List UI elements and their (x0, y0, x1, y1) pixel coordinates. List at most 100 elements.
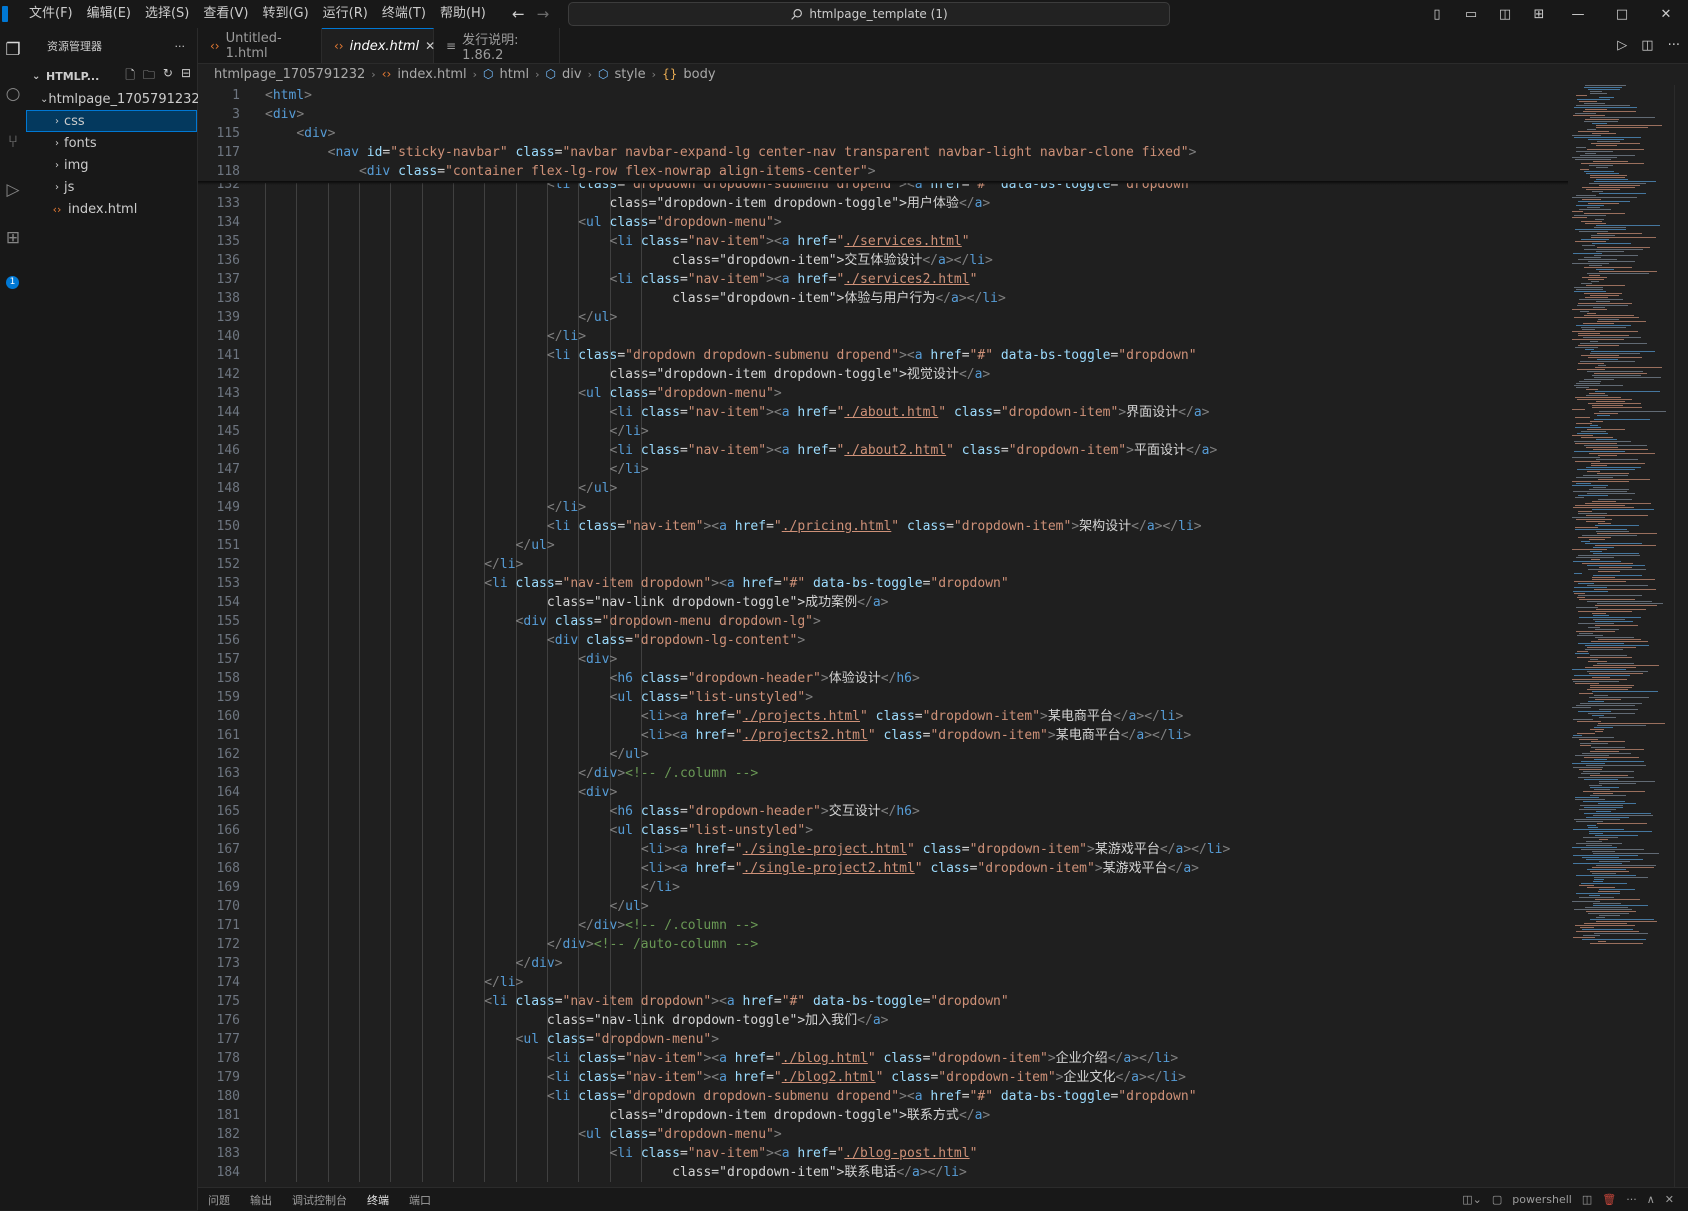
tree-item-css[interactable]: › css (26, 110, 197, 132)
code-line[interactable]: 162 </ul> (198, 745, 1568, 764)
breadcrumb-html[interactable]: html (500, 67, 530, 82)
code-line[interactable]: 164 <div> (198, 783, 1568, 802)
breadcrumb-folder[interactable]: htmlpage_1705791232 (214, 67, 365, 82)
code-line[interactable]: 158 <h6 class="dropdown-header">体验设计</h6> (198, 669, 1568, 688)
code-line[interactable]: 166 <ul class="list-unstyled"> (198, 821, 1568, 840)
minimize-icon[interactable]: — (1556, 7, 1600, 22)
tree-root-folder[interactable]: ⌄ htmlpage_1705791232 (26, 88, 200, 110)
code-line[interactable]: 143 <ul class="dropdown-menu"> (198, 384, 1568, 403)
terminal-name[interactable]: powershell (1512, 1193, 1572, 1206)
code-line[interactable]: 165 <h6 class="dropdown-header">交互设计</h6> (198, 802, 1568, 821)
panel-tab-terminal[interactable]: 终端 (357, 1192, 399, 1208)
code-line[interactable]: 138 class="dropdown-item">体验与用户行为</a></li… (198, 289, 1568, 308)
sticky-line[interactable]: 3 <div> (198, 105, 1568, 124)
code-line[interactable]: 144 <li class="nav-item"><a href="./about… (198, 403, 1568, 422)
code-line[interactable]: 159 <ul class="list-unstyled"> (198, 688, 1568, 707)
code-line[interactable]: 155 <div class="dropdown-menu dropdown-lg… (198, 612, 1568, 631)
sticky-line[interactable]: 118 <div class="container flex-lg-row fle… (198, 162, 1568, 181)
code-line[interactable]: 154 class="nav-link dropdown-toggle">成功案例… (198, 593, 1568, 612)
code-line[interactable]: 140 </li> (198, 327, 1568, 346)
code-line[interactable]: 181 class="dropdown-item dropdown-toggle"… (198, 1106, 1568, 1125)
menu-selection[interactable]: 选择(S) (138, 0, 196, 28)
split-editor-icon[interactable]: ◫ (1641, 38, 1653, 53)
code-line[interactable]: 141 <li class="dropdown dropdown-submenu … (198, 346, 1568, 365)
code-line[interactable]: 182 <ul class="dropdown-menu"> (198, 1125, 1568, 1144)
panel-tab-output[interactable]: 输出 (240, 1192, 282, 1208)
more-actions-icon[interactable]: ··· (175, 40, 186, 53)
menu-help[interactable]: 帮助(H) (433, 0, 493, 28)
code-line[interactable]: 150 <li class="nav-item"><a href="./prici… (198, 517, 1568, 536)
code-line[interactable]: 137 <li class="nav-item"><a href="./servi… (198, 270, 1568, 289)
breadcrumb-style[interactable]: style (614, 67, 645, 82)
code-editor[interactable]: 132<li class="dropdown dropdown-submenu … (198, 85, 1568, 1187)
menu-file[interactable]: 文件(F) (22, 0, 80, 28)
code-line[interactable]: 134 <ul class="dropdown-menu"> (198, 213, 1568, 232)
code-line[interactable]: 149 </li> (198, 498, 1568, 517)
code-line[interactable]: 153 <li class="nav-item dropdown"><a href… (198, 574, 1568, 593)
code-line[interactable]: 175 <li class="nav-item dropdown"><a href… (198, 992, 1568, 1011)
workspace-section[interactable]: ⌄ HTMLP... 🗋 🗀 ↻ ⊟ (26, 64, 197, 88)
tree-item-img[interactable]: › img (26, 154, 197, 176)
tree-item-js[interactable]: › js (26, 176, 197, 198)
code-line[interactable]: 168 <li><a href="./single-project2.html" … (198, 859, 1568, 878)
sticky-line[interactable]: 117 <nav id="sticky-navbar" class="navbar… (198, 143, 1568, 162)
sticky-scroll[interactable]: 1 <html> 3 <div> 115 <div> 117 <nav id="sticky-… (198, 85, 1568, 183)
code-line[interactable]: 142 class="dropdown-item dropdown-toggle"… (198, 365, 1568, 384)
code-line[interactable]: 135 <li class="nav-item"><a href="./servi… (198, 232, 1568, 251)
menu-view[interactable]: 查看(V) (196, 0, 255, 28)
code-line[interactable]: 169 </li> (198, 878, 1568, 897)
code-line[interactable]: 179 <li class="nav-item"><a href="./blog2… (198, 1068, 1568, 1087)
sticky-line[interactable]: 115 <div> (198, 124, 1568, 143)
code-line[interactable]: 152 </li> (198, 555, 1568, 574)
collapse-all-icon[interactable]: ⊟ (181, 66, 191, 87)
toggle-panel-icon[interactable]: ▭ (1454, 7, 1488, 22)
code-line[interactable]: 156 <div class="dropdown-lg-content"> (198, 631, 1568, 650)
tree-item-index-html[interactable]: ‹› index.html (26, 198, 197, 220)
explorer-icon[interactable]: ❐ (0, 40, 26, 60)
sticky-line[interactable]: 1 <html> (198, 86, 1568, 105)
code-line[interactable]: 171 </div><!-- /.column --> (198, 916, 1568, 935)
close-window-icon[interactable]: ✕ (1644, 7, 1688, 22)
code-line[interactable]: 178 <li class="nav-item"><a href="./blog.… (198, 1049, 1568, 1068)
code-line[interactable]: 163 </div><!-- /.column --> (198, 764, 1568, 783)
close-panel-icon[interactable]: ✕ (1665, 1193, 1674, 1206)
new-file-icon[interactable]: 🗋 (125, 66, 135, 87)
code-line[interactable]: 133 class="dropdown-item dropdown-toggle"… (198, 194, 1568, 213)
code-line[interactable]: 167 <li><a href="./single-project.html" c… (198, 840, 1568, 859)
code-line[interactable]: 174 </li> (198, 973, 1568, 992)
panel-tab-debug-console[interactable]: 调试控制台 (282, 1192, 357, 1208)
code-line[interactable]: 146 <li class="nav-item"><a href="./about… (198, 441, 1568, 460)
command-center[interactable]: htmlpage_template (1) (568, 2, 1170, 26)
code-line[interactable]: 180 <li class="dropdown dropdown-submenu … (198, 1087, 1568, 1106)
code-line[interactable]: 160 <li><a href="./projects.html" class="… (198, 707, 1568, 726)
refresh-icon[interactable]: ↻ (163, 66, 173, 87)
code-line[interactable]: 183 <li class="nav-item"><a href="./blog-… (198, 1144, 1568, 1163)
menu-edit[interactable]: 编辑(E) (80, 0, 138, 28)
tab-index-html[interactable]: ‹› index.html ✕ (322, 28, 435, 63)
code-line[interactable]: 136 class="dropdown-item">交互体验设计</a></li> (198, 251, 1568, 270)
new-folder-icon[interactable]: 🗀 (143, 66, 155, 87)
forward-arrow-icon[interactable]: → (537, 5, 550, 23)
code-line[interactable]: 157 <div> (198, 650, 1568, 669)
code-line[interactable]: 176 class="nav-link dropdown-toggle">加入我们… (198, 1011, 1568, 1030)
run-debug-icon[interactable]: ▷ (0, 180, 26, 200)
code-line[interactable]: 139 </ul> (198, 308, 1568, 327)
code-line[interactable]: 161 <li><a href="./projects2.html" class=… (198, 726, 1568, 745)
customize-layout-icon[interactable]: ⊞ (1522, 7, 1556, 22)
menu-go[interactable]: 转到(G) (255, 0, 315, 28)
back-arrow-icon[interactable]: ← (512, 5, 525, 23)
toggle-secondary-sidebar-icon[interactable]: ◫ (1488, 7, 1522, 22)
code-line[interactable]: 177 <ul class="dropdown-menu"> (198, 1030, 1568, 1049)
code-line[interactable]: 184 class="dropdown-item">联系电话</a></li> (198, 1163, 1568, 1182)
code-line[interactable]: 170 </ul> (198, 897, 1568, 916)
maximize-icon[interactable]: □ (1600, 7, 1644, 22)
extensions-icon[interactable]: ⊞ (0, 228, 26, 248)
minimap[interactable] (1568, 85, 1674, 1187)
tab-release-notes[interactable]: ≡ 发行说明: 1.86.2 (434, 28, 560, 63)
code-line[interactable]: 145 </li> (198, 422, 1568, 441)
search-view-icon[interactable]: ○ (0, 84, 26, 104)
breadcrumb-file[interactable]: index.html (397, 67, 466, 82)
breadcrumb-body[interactable]: body (683, 67, 715, 82)
breadcrumb-div[interactable]: div (562, 67, 582, 82)
menu-run[interactable]: 运行(R) (316, 0, 375, 28)
